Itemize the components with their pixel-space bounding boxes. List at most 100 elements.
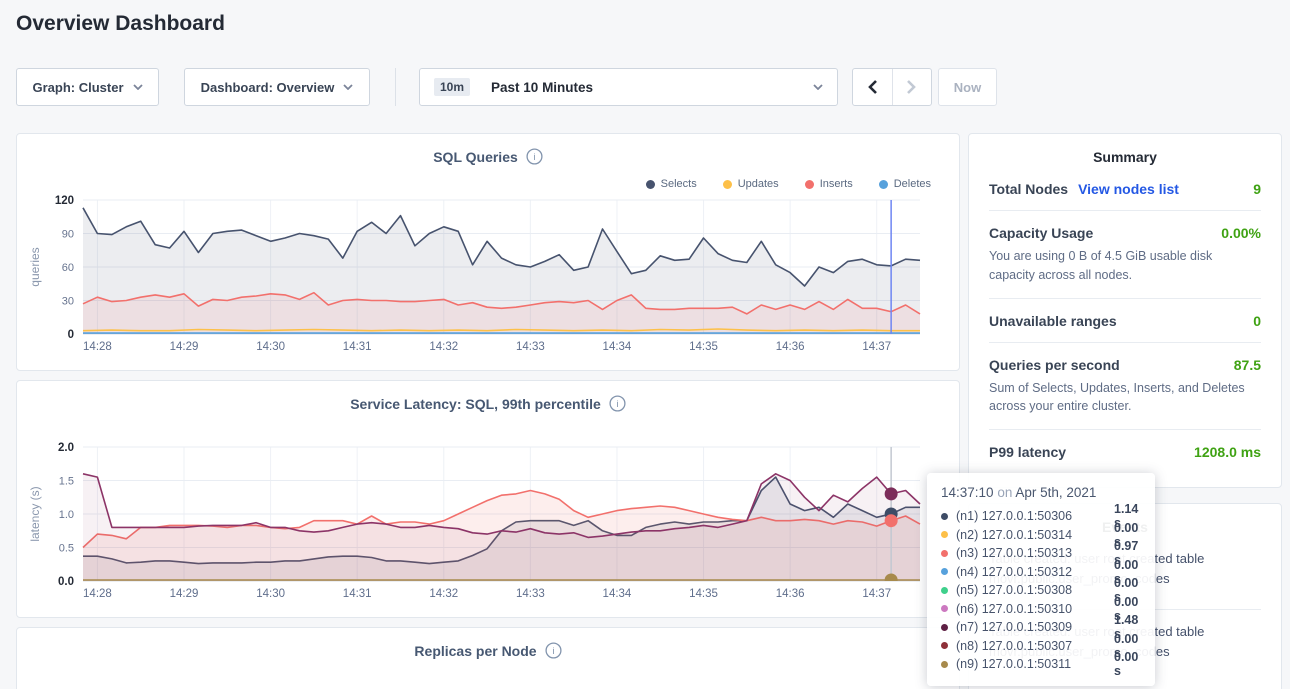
legend-label: Deletes	[894, 178, 931, 190]
legend-dot	[805, 180, 814, 189]
tooltip-time: 14:37:10	[941, 485, 994, 500]
legend-label: Selects	[661, 178, 697, 190]
info-icon[interactable]: i	[526, 148, 543, 165]
sql-queries-chart[interactable]: 120906030014:2814:2914:3014:3114:3214:33…	[17, 190, 961, 360]
node-address: (n3) 127.0.0.1:50313	[956, 546, 1106, 560]
service-latency-panel: Service Latency: SQL, 99th percentile i …	[16, 380, 960, 618]
node-address: (n5) 127.0.0.1:50308	[956, 583, 1106, 597]
summary-row-description: Sum of Selects, Updates, Inserts, and De…	[989, 379, 1261, 417]
legend-item[interactable]: Inserts	[805, 178, 853, 190]
svg-text:14:36: 14:36	[776, 588, 805, 600]
svg-text:0: 0	[68, 329, 74, 341]
time-step-forward-button[interactable]	[893, 69, 932, 105]
node-color-dot	[941, 531, 948, 538]
svg-text:90: 90	[62, 229, 74, 241]
summary-row-value: 0.00%	[1221, 225, 1261, 241]
node-address: (n6) 127.0.0.1:50310	[956, 602, 1106, 616]
node-color-dot	[941, 661, 948, 668]
svg-text:1.0: 1.0	[59, 509, 74, 521]
summary-row-link[interactable]: View nodes list	[1078, 181, 1179, 197]
svg-text:0.5: 0.5	[59, 543, 74, 555]
svg-text:14:30: 14:30	[256, 588, 285, 600]
svg-text:14:31: 14:31	[343, 588, 372, 600]
node-color-dot	[941, 605, 948, 612]
time-range-selector[interactable]: 10m Past 10 Minutes	[419, 68, 838, 106]
page-title: Overview Dashboard	[16, 12, 225, 36]
service-latency-chart[interactable]: 2.01.51.00.50.014:2814:2914:3014:3114:32…	[17, 437, 961, 607]
svg-text:14:35: 14:35	[689, 588, 718, 600]
svg-text:14:28: 14:28	[83, 588, 112, 600]
legend-dot	[646, 180, 655, 189]
legend-item[interactable]: Updates	[723, 178, 779, 190]
svg-text:14:31: 14:31	[343, 341, 372, 353]
svg-text:14:37: 14:37	[862, 588, 891, 600]
node-address: (n1) 127.0.0.1:50306	[956, 509, 1106, 523]
tooltip-row: (n3) 127.0.0.1:50313 0.97 s	[941, 544, 1141, 563]
svg-text:14:29: 14:29	[170, 588, 199, 600]
legend-label: Updates	[738, 178, 779, 190]
svg-text:120: 120	[55, 195, 74, 207]
svg-text:60: 60	[62, 262, 74, 274]
time-step-buttons	[852, 68, 932, 106]
tooltip-row: (n9) 127.0.0.1:50311 0.00 s	[941, 655, 1141, 674]
svg-text:30: 30	[62, 296, 74, 308]
svg-text:14:32: 14:32	[429, 588, 458, 600]
summary-row: Unavailable ranges 0	[989, 299, 1261, 343]
legend-item[interactable]: Selects	[646, 178, 697, 190]
summary-row-label: P99 latency	[989, 444, 1066, 460]
tooltip-row: (n2) 127.0.0.1:50314 0.00 s	[941, 526, 1141, 545]
graph-dropdown[interactable]: Graph: Cluster	[16, 68, 159, 106]
legend-label: Inserts	[820, 178, 853, 190]
svg-text:1.5: 1.5	[59, 476, 74, 488]
node-color-dot	[941, 568, 948, 575]
node-color-dot	[941, 642, 948, 649]
node-address: (n4) 127.0.0.1:50312	[956, 565, 1106, 579]
now-button-label: Now	[954, 80, 981, 95]
chevron-left-icon	[868, 80, 877, 94]
summary-row: Total Nodes View nodes list 9	[989, 167, 1261, 211]
summary-row-value: 1208.0 ms	[1194, 444, 1261, 460]
svg-text:queries: queries	[28, 247, 42, 286]
svg-text:14:35: 14:35	[689, 341, 718, 353]
replicas-per-node-panel: Replicas per Node i	[16, 627, 960, 689]
sql-queries-header: SQL Queries i	[17, 134, 959, 165]
tooltip-date: Apr 5th, 2021	[1015, 485, 1096, 500]
svg-text:14:34: 14:34	[603, 588, 632, 600]
tooltip-row: (n8) 127.0.0.1:50307 0.00 s	[941, 637, 1141, 656]
legend-item[interactable]: Deletes	[879, 178, 931, 190]
legend-dot	[723, 180, 732, 189]
svg-text:i: i	[616, 399, 618, 410]
summary-row-value: 87.5	[1234, 357, 1261, 373]
info-icon[interactable]: i	[545, 642, 562, 659]
now-button[interactable]: Now	[938, 68, 997, 106]
svg-text:14:29: 14:29	[170, 341, 199, 353]
overview-dashboard-page: Overview Dashboard Graph: Cluster Dashbo…	[0, 0, 1290, 689]
sql-queries-panel: SQL Queries i Selects Updates Inserts	[16, 133, 960, 371]
summary-row-label: Queries per second	[989, 357, 1120, 373]
summary-row-value: 9	[1253, 181, 1261, 197]
summary-rows: Total Nodes View nodes list 9 Capacity U…	[989, 167, 1261, 473]
sql-queries-legend: Selects Updates Inserts Deletes	[646, 178, 931, 190]
node-color-dot	[941, 587, 948, 594]
legend-dot	[879, 180, 888, 189]
tooltip-row: (n5) 127.0.0.1:50308 0.00 s	[941, 581, 1141, 600]
svg-text:14:33: 14:33	[516, 588, 545, 600]
svg-text:i: i	[533, 152, 535, 163]
info-icon[interactable]: i	[609, 395, 626, 412]
summary-row-description: You are using 0 B of 4.5 GiB usable disk…	[989, 247, 1261, 285]
svg-text:14:37: 14:37	[862, 341, 891, 353]
summary-title: Summary	[989, 134, 1261, 167]
replicas-per-node-title: Replicas per Node	[414, 643, 536, 659]
toolbar-divider	[395, 68, 396, 106]
dashboard-dropdown[interactable]: Dashboard: Overview	[184, 68, 370, 106]
time-step-back-button[interactable]	[853, 69, 893, 105]
graph-dropdown-label: Graph: Cluster	[32, 80, 123, 95]
sql-queries-title: SQL Queries	[433, 149, 518, 165]
svg-text:0.0: 0.0	[58, 576, 74, 588]
tooltip-header: 14:37:10 on Apr 5th, 2021	[941, 485, 1141, 500]
svg-text:latency (s): latency (s)	[28, 486, 42, 541]
svg-text:14:32: 14:32	[429, 341, 458, 353]
dashboard-dropdown-label: Dashboard: Overview	[201, 80, 335, 95]
tooltip-rows: (n1) 127.0.0.1:50306 1.14 s (n2) 127.0.0…	[941, 507, 1141, 674]
tooltip-row: (n6) 127.0.0.1:50310 0.00 s	[941, 600, 1141, 619]
